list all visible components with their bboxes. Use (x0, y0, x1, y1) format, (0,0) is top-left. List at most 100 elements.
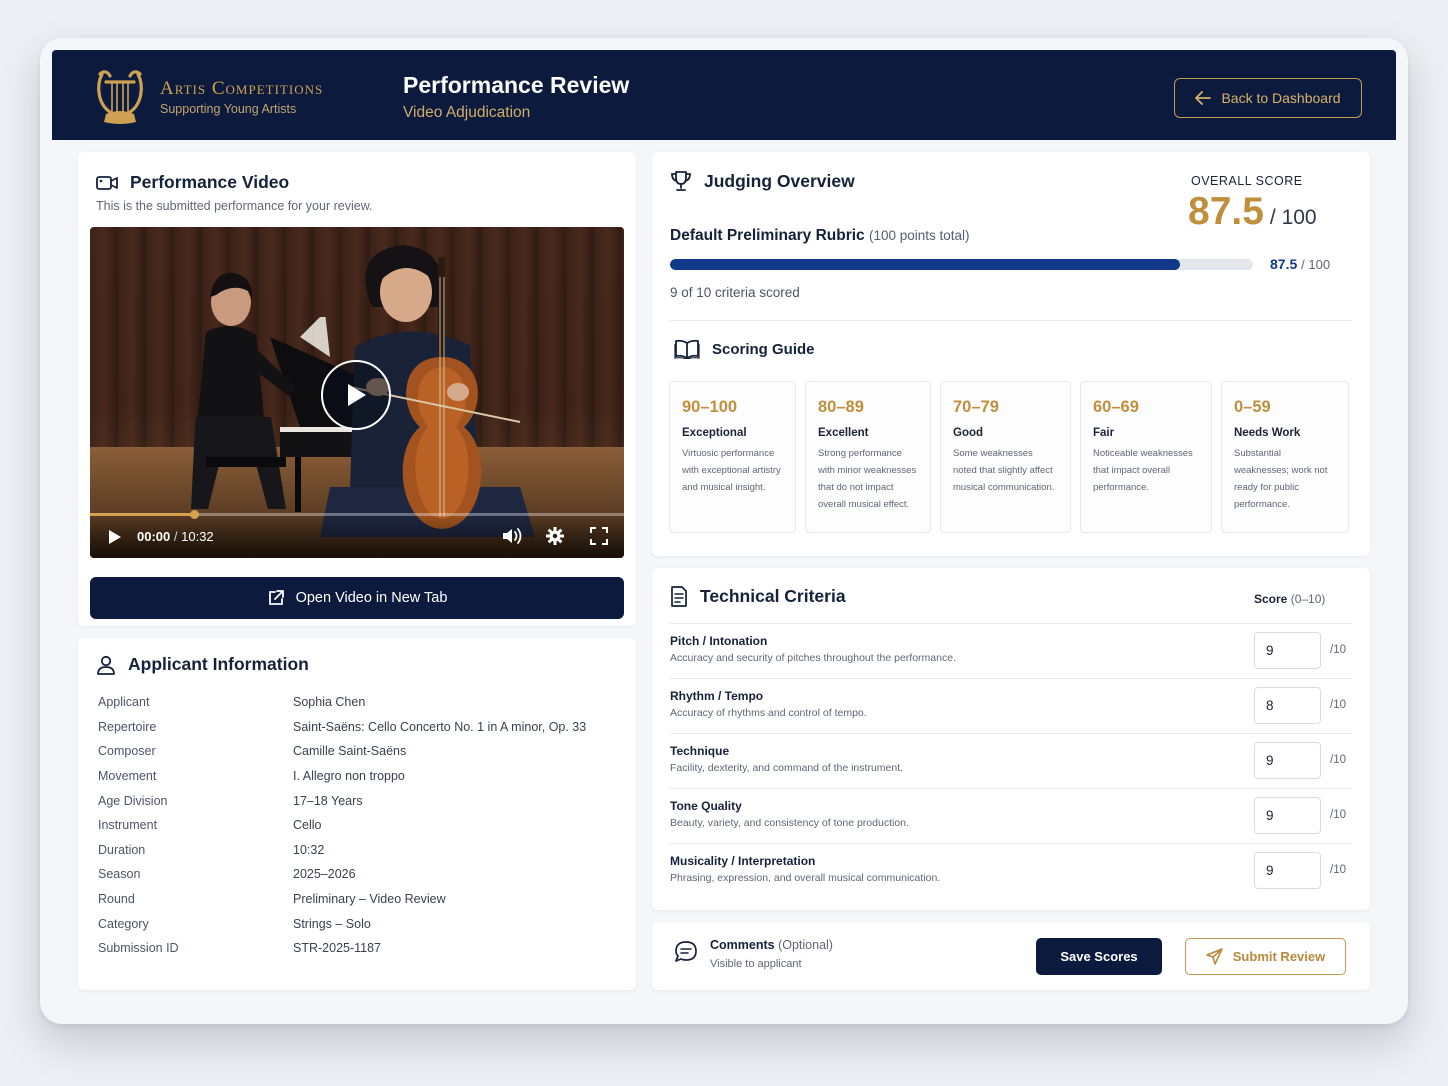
video-card-title: Performance Video (96, 172, 289, 193)
info-label: Composer (98, 744, 156, 759)
criterion-name: Pitch / Intonation (670, 634, 768, 648)
band-level: Excellent (818, 427, 869, 439)
criterion-score-input[interactable] (1254, 687, 1321, 724)
video-progress-fill (90, 513, 195, 516)
info-label: Duration (98, 842, 146, 857)
overall-score: 87.5 / 100 (1188, 190, 1317, 234)
info-value: STR-2025-1187 (293, 941, 382, 956)
brand: Artis Competitions Supporting Young Arti… (160, 78, 323, 116)
video-description: This is the submitted performance for yo… (96, 199, 373, 213)
app-window: Artis Competitions Supporting Young Arti… (52, 50, 1396, 1000)
guide-band: 80–89 Excellent Strong performance with … (805, 381, 931, 533)
band-description: Some weaknesses noted that slightly affe… (953, 448, 1055, 493)
comments-title: Comments (710, 938, 775, 952)
top-header: Artis Competitions Supporting Young Arti… (52, 50, 1396, 140)
info-row: Submission ID STR-2025-1187 (98, 936, 618, 961)
guide-band: 0–59 Needs Work Substantial weaknesses; … (1221, 381, 1349, 533)
criterion-row: Pitch / Intonation Accuracy and security… (670, 623, 1352, 678)
chat-icon[interactable] (674, 940, 698, 964)
video-player[interactable]: 00:00 / 10:32 (90, 227, 624, 558)
criterion-score-input[interactable] (1254, 632, 1321, 669)
video-title: Performance Video (130, 172, 290, 192)
criterion-score-input[interactable] (1254, 852, 1321, 889)
criterion-score-max: /10 (1330, 864, 1346, 876)
play-icon[interactable] (108, 529, 122, 545)
video-play-button[interactable] (321, 360, 391, 430)
criterion-description: Phrasing, expression, and overall musica… (670, 872, 941, 884)
band-level: Needs Work (1234, 427, 1301, 439)
info-row: Round Preliminary – Video Review (98, 887, 618, 912)
book-icon (674, 339, 700, 359)
brand-tagline: Supporting Young Artists (160, 102, 297, 116)
criterion-score-max: /10 (1330, 754, 1346, 766)
score-header-range: (0–10) (1290, 592, 1326, 606)
info-row: Duration 10:32 (98, 838, 618, 863)
external-link-icon (268, 590, 284, 605)
info-value: Saint-Saëns: Cello Concerto No. 1 in A m… (293, 719, 587, 734)
applicant-info-list: Applicant Sophia Chen Repertoire Saint-Saë… (98, 690, 618, 961)
submit-review-button[interactable]: Submit Review (1185, 938, 1346, 975)
page-title: Performance Review (403, 72, 630, 98)
rubric-name: Default Preliminary Rubric (670, 227, 865, 244)
technical-title: Technical Criteria (700, 586, 846, 606)
band-level: Exceptional (682, 427, 747, 439)
user-icon (97, 655, 115, 675)
pianist-illustration (191, 272, 296, 509)
divider (670, 320, 1352, 321)
judging-title: Judging Overview (704, 170, 855, 191)
applicant-information-card: Applicant Information Applicant Sophia Ch… (78, 638, 636, 990)
guide-band: 60–69 Fair Noticeable weaknesses that im… (1080, 381, 1212, 533)
technical-card-title: Technical Criteria (670, 586, 846, 607)
criterion-score-input[interactable] (1254, 797, 1321, 834)
back-button-label: Back to Dashboard (1221, 90, 1341, 106)
comments-card: Comments (Optional) Visible to applicant… (652, 922, 1370, 990)
info-value: Preliminary – Video Review (293, 892, 446, 907)
progress-score-value: 87.5 (1270, 256, 1298, 272)
video-progress-bar[interactable] (90, 510, 624, 519)
criterion-row: Technique Facility, dexterity, and comma… (670, 733, 1352, 788)
save-scores-button[interactable]: Save Scores (1036, 938, 1162, 975)
back-to-dashboard-button[interactable]: Back to Dashboard (1174, 78, 1362, 118)
info-label: Movement (98, 769, 157, 784)
info-label: Season (98, 867, 141, 882)
criterion-score-input[interactable] (1254, 742, 1321, 779)
score-progress-bar (670, 259, 1253, 270)
document-icon (671, 586, 687, 607)
volume-icon[interactable] (502, 527, 524, 545)
video-time: 00:00 / 10:32 (137, 529, 214, 544)
video-time-separator: / (173, 529, 178, 544)
score-progress-fill (670, 259, 1181, 270)
info-row: Movement I. Allegro non troppo (98, 764, 618, 789)
scoring-guide-bands: 90–100 Exceptional Virtuosic performance… (669, 381, 1349, 533)
criterion-score-max: /10 (1330, 809, 1346, 821)
progress-score-max: / 100 (1301, 257, 1331, 272)
info-label: Category (98, 916, 149, 931)
band-description: Noticeable weaknesses that impact overal… (1093, 448, 1193, 493)
gear-icon[interactable] (546, 527, 564, 545)
criterion-name: Rhythm / Tempo (670, 689, 764, 703)
applicant-card-title: Applicant Information (96, 654, 309, 675)
info-row: Composer Camille Saint-Saëns (98, 739, 618, 764)
info-value: Cello (293, 818, 322, 833)
applicant-title: Applicant Information (128, 654, 309, 674)
info-value: Camille Saint-Saëns (293, 744, 407, 759)
band-description: Virtuosic performance with exceptional a… (682, 448, 781, 493)
criterion-score-max: /10 (1330, 644, 1346, 656)
criterion-description: Accuracy of rhythms and control of tempo… (670, 707, 867, 719)
judging-card-title: Judging Overview (670, 170, 855, 192)
video-current-time: 00:00 (137, 529, 171, 544)
band-level: Good (953, 427, 984, 439)
info-value: Strings – Solo (293, 916, 371, 931)
comments-visibility-note: Visible to applicant (710, 958, 802, 970)
score-header-label: Score (1254, 592, 1288, 606)
criterion-row: Rhythm / Tempo Accuracy of rhythms and c… (670, 678, 1352, 733)
open-video-new-tab-button[interactable]: Open Video in New Tab (90, 577, 624, 619)
rubric-heading: Default Preliminary Rubric (100 points t… (670, 227, 970, 245)
arrow-left-icon (1195, 91, 1212, 105)
info-row: Applicant Sophia Chen (98, 690, 618, 715)
criteria-list: Pitch / Intonation Accuracy and security… (670, 623, 1352, 898)
fullscreen-icon[interactable] (590, 527, 608, 545)
criterion-row: Musicality / Interpretation Phrasing, ex… (670, 843, 1352, 898)
play-icon (348, 384, 366, 406)
criterion-description: Accuracy and security of pitches through… (670, 652, 956, 664)
